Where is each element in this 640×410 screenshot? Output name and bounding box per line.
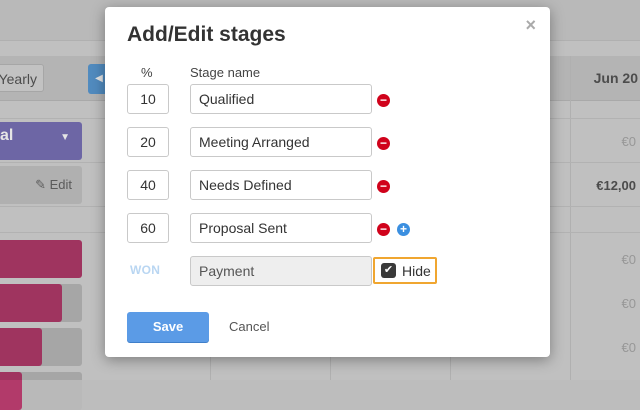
stage-name-column-header: Stage name (190, 65, 261, 80)
minus-circle-icon[interactable]: − (377, 137, 390, 150)
dialog-title: Add/Edit stages (127, 23, 286, 46)
stage-name-input[interactable]: Proposal Sent (190, 213, 372, 243)
close-icon[interactable]: × (525, 15, 536, 36)
percent-column-header: % (141, 65, 153, 80)
hide-won-checkbox[interactable]: ✔ Hide (373, 257, 437, 284)
minus-circle-icon[interactable]: − (377, 94, 390, 107)
stage-percent-input[interactable]: 60 (127, 213, 169, 243)
edit-stages-dialog: Add/Edit stages × % Stage name 10 Qualif… (105, 7, 550, 357)
stage-percent-input[interactable]: 40 (127, 170, 169, 200)
stage-name-input[interactable]: Qualified (190, 84, 372, 114)
cancel-button[interactable]: Cancel (229, 319, 269, 334)
won-stage-name-input: Payment (190, 256, 372, 286)
checkmark-icon: ✔ (381, 263, 396, 278)
minus-circle-icon[interactable]: − (377, 223, 390, 236)
stage-percent-input[interactable]: 20 (127, 127, 169, 157)
won-label: WON (130, 263, 161, 277)
stage-name-input[interactable]: Meeting Arranged (190, 127, 372, 157)
stage-percent-input[interactable]: 10 (127, 84, 169, 114)
hide-label: Hide (402, 263, 431, 279)
plus-circle-icon[interactable]: + (397, 223, 410, 236)
save-button[interactable]: Save (127, 312, 209, 342)
minus-circle-icon[interactable]: − (377, 180, 390, 193)
stage-name-input[interactable]: Needs Defined (190, 170, 372, 200)
